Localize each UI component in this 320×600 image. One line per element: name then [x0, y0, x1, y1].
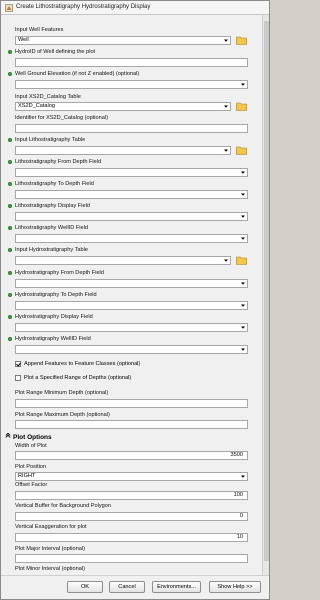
- chevron-down-icon: [241, 83, 245, 86]
- hydro-wellid-label: Hydrostratigraphy WellID Field: [15, 336, 91, 342]
- chevron-down-icon: [241, 237, 245, 240]
- litho-display-combo[interactable]: [15, 212, 248, 221]
- chevron-down-icon: [241, 326, 245, 329]
- plot-range-max-input[interactable]: [15, 420, 248, 429]
- litho-to-depth-combo[interactable]: [15, 190, 248, 199]
- offset-factor-label: Offset Factor: [15, 482, 48, 488]
- required-indicator-icon: [8, 271, 12, 275]
- cancel-button[interactable]: Cancel: [109, 581, 145, 593]
- litho-from-depth-combo[interactable]: [15, 168, 248, 177]
- hydro-wellid-combo[interactable]: [15, 345, 248, 354]
- plot-position-value: RIGHT: [18, 473, 36, 479]
- plot-major-interval-input[interactable]: [15, 554, 248, 563]
- required-indicator-icon: [8, 204, 12, 208]
- input-well-features-value: Well: [18, 37, 29, 43]
- chevron-down-icon: [241, 171, 245, 174]
- plot-major-interval-label: Plot Major Interval (optional): [15, 546, 85, 552]
- chevron-down-icon: [241, 193, 245, 196]
- ok-button[interactable]: OK: [67, 581, 103, 593]
- vertical-scrollbar[interactable]: [262, 15, 269, 575]
- input-litho-table-label: Input Lithostratigraphy Table: [15, 137, 86, 143]
- chevron-down-icon: [241, 215, 245, 218]
- hydro-display-label: Hydrostratigraphy Display Field: [15, 314, 93, 320]
- input-xs2d-catalog-combo[interactable]: XS2D_Catalog: [15, 102, 231, 111]
- required-indicator-icon: [8, 315, 12, 319]
- chevron-down-icon: [224, 39, 228, 42]
- required-indicator-icon: [8, 337, 12, 341]
- window-title: Create Lithostratigraphy Hydrostratigrap…: [16, 4, 151, 10]
- plot-specified-range-label: Plot a Specified Range of Depths (option…: [24, 375, 132, 381]
- input-hydro-table-combo[interactable]: [15, 256, 231, 265]
- folder-icon[interactable]: [236, 145, 247, 155]
- chevron-down-icon: [241, 282, 245, 285]
- litho-wellid-label: Lithostratigraphy WellID Field: [15, 225, 88, 231]
- input-xs2d-catalog-label: Input XS2D_Catalog Table: [15, 94, 81, 100]
- required-indicator-icon: [8, 226, 12, 230]
- required-indicator-icon: [8, 72, 12, 76]
- vertical-buffer-label: Vertical Buffer for Background Polygon: [15, 503, 111, 509]
- vertical-buffer-input[interactable]: 0: [15, 512, 248, 521]
- hydro-to-depth-label: Hydrostratigraphy To Depth Field: [15, 292, 97, 298]
- chevron-down-icon: [241, 475, 245, 478]
- chevron-down-icon: [224, 105, 228, 108]
- litho-to-depth-label: Lithostratigraphy To Depth Field: [15, 181, 94, 187]
- input-well-features-label: Input Well Features: [15, 27, 64, 33]
- well-ground-elevation-combo[interactable]: [15, 80, 248, 89]
- required-indicator-icon: [8, 50, 12, 54]
- litho-from-depth-label: Lithostratigraphy From Depth Field: [15, 159, 102, 165]
- identifier-xs2d-input[interactable]: [15, 124, 248, 133]
- hydro-from-depth-label: Hydrostratigraphy From Depth Field: [15, 270, 104, 276]
- hydro-from-depth-combo[interactable]: [15, 279, 248, 288]
- input-well-features-combo[interactable]: Well: [15, 36, 231, 45]
- dialog-body: Input Well Features Well HydroID of Well…: [1, 15, 269, 575]
- plot-range-max-label: Plot Range Maximum Depth (optional): [15, 412, 110, 418]
- collapse-chevron-icon: [5, 433, 11, 438]
- width-of-plot-input[interactable]: 3500: [15, 451, 248, 460]
- offset-factor-input[interactable]: 100: [15, 491, 248, 500]
- plot-options-section-label: Plot Options: [13, 434, 52, 441]
- show-help-button[interactable]: Show Help >>: [209, 581, 261, 593]
- hydro-display-combo[interactable]: [15, 323, 248, 332]
- plot-specified-range-checkbox[interactable]: [15, 375, 21, 381]
- required-indicator-icon: [8, 160, 12, 164]
- input-litho-table-combo[interactable]: [15, 146, 231, 155]
- plot-minor-interval-label: Plot Minor Interval (optional): [15, 566, 85, 572]
- required-indicator-icon: [8, 293, 12, 297]
- append-features-label: Append Features to Feature Classes (opti…: [24, 361, 141, 367]
- tool-dialog: Create Lithostratigraphy Hydrostratigrap…: [0, 0, 270, 600]
- plot-position-combo[interactable]: RIGHT: [15, 472, 248, 481]
- plot-position-label: Plot Position: [15, 464, 47, 470]
- litho-wellid-combo[interactable]: [15, 234, 248, 243]
- identifier-xs2d-label: Identifier for XS2D_Catalog (optional): [15, 115, 108, 121]
- button-bar: OK Cancel Environments... Show Help >>: [1, 575, 269, 599]
- chevron-down-icon: [241, 304, 245, 307]
- scrollbar-thumb[interactable]: [264, 21, 269, 561]
- required-indicator-icon: [8, 182, 12, 186]
- input-xs2d-catalog-value: XS2D_Catalog: [18, 103, 56, 109]
- required-indicator-icon: [8, 248, 12, 252]
- hydroid-label: HydroID of Well defining the plot: [15, 49, 96, 55]
- chevron-down-icon: [224, 149, 228, 152]
- plot-range-min-label: Plot Range Minimum Depth (optional): [15, 390, 109, 396]
- folder-icon[interactable]: [236, 35, 247, 45]
- width-of-plot-label: Width of Plot: [15, 443, 47, 449]
- litho-display-label: Lithostratigraphy Display Field: [15, 203, 90, 209]
- folder-icon[interactable]: [236, 255, 247, 265]
- vertical-exaggeration-label: Vertical Exaggeration for plot: [15, 524, 87, 530]
- tool-icon: [5, 4, 13, 12]
- hydroid-input[interactable]: [15, 58, 248, 67]
- environments-button[interactable]: Environments...: [152, 581, 201, 593]
- hydro-to-depth-combo[interactable]: [15, 301, 248, 310]
- folder-icon[interactable]: [236, 101, 247, 111]
- well-ground-elevation-label: Well Ground Elevation (if not Z enabled)…: [15, 71, 140, 77]
- vertical-exaggeration-input[interactable]: 10: [15, 533, 248, 542]
- input-hydro-table-label: Input Hydrostratigraphy Table: [15, 247, 88, 253]
- required-indicator-icon: [8, 138, 12, 142]
- title-bar: Create Lithostratigraphy Hydrostratigrap…: [1, 1, 269, 15]
- chevron-down-icon: [224, 259, 228, 262]
- append-features-checkbox[interactable]: [15, 361, 21, 367]
- plot-range-min-input[interactable]: [15, 399, 248, 408]
- plot-options-section-header[interactable]: Plot Options: [5, 433, 52, 441]
- chevron-down-icon: [241, 348, 245, 351]
